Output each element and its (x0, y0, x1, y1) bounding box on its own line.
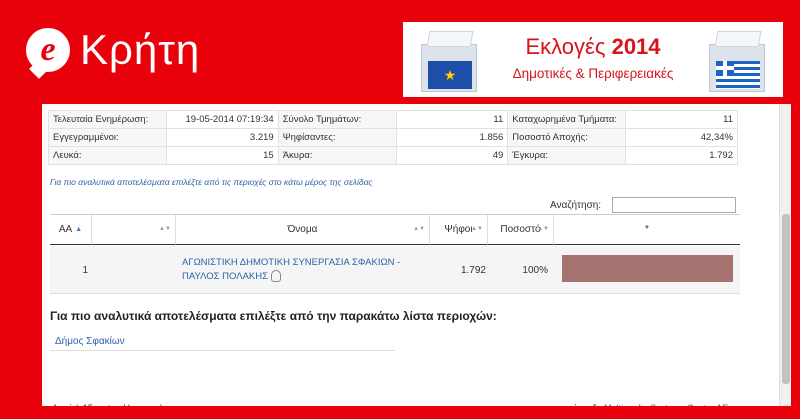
eu-flag-icon: ★ (428, 61, 472, 89)
column-header-bar-label: * (645, 224, 649, 235)
column-header-percent-label: Ποσοστό (500, 224, 541, 235)
row-percent: 100% (522, 264, 548, 276)
sort-asc-icon: ▲ (75, 226, 83, 233)
blank-label: Λευκά: (48, 146, 167, 165)
valid-label: Έγκυρα: (507, 146, 627, 165)
column-header-votes[interactable]: Ψήφοι ▲▼ (430, 215, 488, 245)
counted-sections-value: 11 (625, 110, 738, 129)
voted-label: Ψηφίσαντες: (277, 128, 397, 147)
sort-icon: ▲▼ (471, 226, 483, 232)
column-header-name-label: Όνομα (287, 224, 318, 235)
column-header-empty[interactable]: ▲▼ (92, 215, 176, 245)
region-link[interactable]: Δήμος Σφακίων (55, 336, 125, 347)
ballot-box-eu-icon: ★ (421, 31, 477, 92)
row-name-line1: ΑΓΩΝΙΣΤΙΚΗ ΔΗΜΟΤΙΚΗ ΣΥΝΕΡΓΑΣΙΑ ΣΦΑΚΙΩΝ - (182, 257, 401, 268)
abstention-value: 42,34% (625, 128, 738, 147)
banner-title-prefix: Εκλογές (525, 34, 606, 59)
counted-sections-label: Καταχωρημένα Τμήματα: (507, 110, 627, 129)
row-votes: 1.792 (460, 264, 486, 276)
site-header: e Κρήτη ★ Εκλογές 2014 Δημοτικές & Περιφ… (0, 0, 800, 104)
site-name: Κρήτη (80, 26, 201, 73)
banner-title: Εκλογές 2014 (493, 34, 693, 60)
results-table: ΑΑ ▲ ▲▼ Όνομα ▲▼ Ψήφοι ▲▼ Ποσοστό ▲▼ * 1… (50, 214, 740, 294)
row-share-bar (562, 255, 733, 282)
scrollbar-thumb[interactable] (782, 214, 790, 384)
vertical-scrollbar[interactable] (779, 104, 791, 406)
row-name-line2: ΠΑΥΛΟΣ ΠΟΛΑΚΗΣ (182, 271, 269, 282)
valid-value: 1.792 (625, 146, 738, 165)
table-row[interactable]: 1 ΑΓΩΝΙΣΤΙΚΗ ΔΗΜΟΤΙΚΗ ΣΥΝΕΡΓΑΣΙΑ ΣΦΑΚΙΩΝ… (50, 246, 740, 294)
column-header-votes-label: Ψήφοι (444, 224, 473, 235)
stats-row: Εγγεγραμμένοι: 3.219 Ψηφίσαντες: 1.856 Π… (48, 128, 738, 147)
sort-icon: ▲▼ (159, 226, 171, 232)
search-label: Αναζήτηση: (550, 200, 602, 211)
blank-value: 15 (165, 146, 279, 165)
ballot-box-greece-icon (709, 31, 765, 92)
elections-banner[interactable]: ★ Εκλογές 2014 Δημοτικές & Περιφερειακές (403, 22, 783, 97)
logo-letter: e (40, 31, 56, 68)
invalid-label: Άκυρα: (277, 146, 397, 165)
column-header-bar[interactable]: * (554, 215, 740, 245)
lightbulb-icon (271, 270, 282, 283)
ballot-paper-icon (714, 31, 762, 47)
regions-title: Για πιο αναλυτικά αποτελέσματα επιλέξτε … (50, 309, 497, 323)
total-sections-label: Σύνολο Τμημάτων: (277, 110, 397, 129)
total-sections-value: 11 (395, 110, 509, 129)
main-content: Τελευταία Ενημέρωση: 19-05-2014 07:19:34… (42, 104, 779, 406)
column-header-name[interactable]: Όνομα ▲▼ (176, 215, 430, 245)
sort-icon: ▲▼ (537, 226, 549, 232)
stats-row: Λευκά: 15 Άκυρα: 49 Έγκυρα: 1.792 (48, 146, 738, 165)
invalid-value: 49 (395, 146, 509, 165)
column-header-percent[interactable]: Ποσοστό ▲▼ (488, 215, 554, 245)
divider (50, 350, 395, 351)
row-aa: 1 (82, 264, 88, 276)
greek-flag-icon (716, 61, 760, 89)
banner-year: 2014 (611, 34, 661, 59)
last-update-label: Τελευταία Ενημέρωση: (48, 110, 167, 129)
details-hint-link[interactable]: Για πιο αναλυτικά αποτελέσματα επιλέξτε … (50, 177, 373, 187)
row-name-link[interactable]: ΑΓΩΝΙΣΤΙΚΗ ΔΗΜΟΤΙΚΗ ΣΥΝΕΡΓΑΣΙΑ ΣΦΑΚΙΩΝ -… (178, 246, 430, 294)
last-update-value: 19-05-2014 07:19:34 (165, 110, 279, 129)
column-header-aa[interactable]: ΑΑ ▲ (50, 215, 92, 245)
sort-icon: ▲▼ (413, 226, 425, 232)
site-logo[interactable]: e Κρήτη (26, 26, 200, 74)
search-input[interactable] (612, 197, 736, 213)
registered-label: Εγγεγραμμένοι: (48, 128, 167, 147)
abstention-label: Ποσοστό Αποχής: (507, 128, 627, 147)
voted-value: 1.856 (395, 128, 509, 147)
banner-subtitle: Δημοτικές & Περιφερειακές (512, 66, 674, 81)
footer-bottom-strip (42, 406, 791, 419)
logo-bubble-icon: e (26, 28, 70, 72)
ballot-paper-icon (426, 31, 474, 47)
column-header-aa-label: ΑΑ (58, 224, 73, 235)
stats-row: Τελευταία Ενημέρωση: 19-05-2014 07:19:34… (48, 110, 738, 129)
footer: Αρχή (s15.crete-ekloges.gr) ανάπτυξη Mul… (42, 400, 791, 419)
summary-stats-table: Τελευταία Ενημέρωση: 19-05-2014 07:19:34… (48, 110, 738, 165)
registered-value: 3.219 (165, 128, 279, 147)
